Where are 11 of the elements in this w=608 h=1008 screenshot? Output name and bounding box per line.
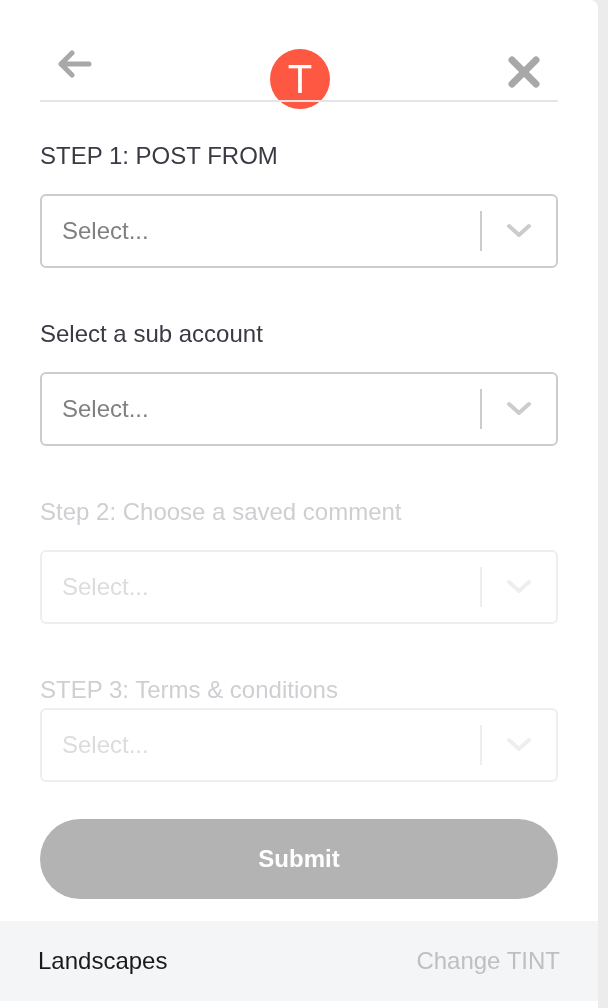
chevron-down-icon — [506, 401, 532, 417]
field-label: STEP 1: POST FROM — [40, 142, 279, 170]
collection-title: Landscapes — [38, 946, 168, 976]
field-label: Select a sub account — [40, 320, 264, 348]
select-dropdown[interactable]: Select... — [40, 372, 558, 446]
logo-icon: T — [270, 49, 330, 109]
back-arrow-icon[interactable] — [58, 50, 92, 80]
chevron-down-icon — [506, 223, 532, 239]
close-icon[interactable] — [508, 56, 540, 88]
change-link[interactable]: Change TINT — [416, 943, 560, 979]
select-dropdown[interactable]: Select... — [40, 194, 558, 268]
